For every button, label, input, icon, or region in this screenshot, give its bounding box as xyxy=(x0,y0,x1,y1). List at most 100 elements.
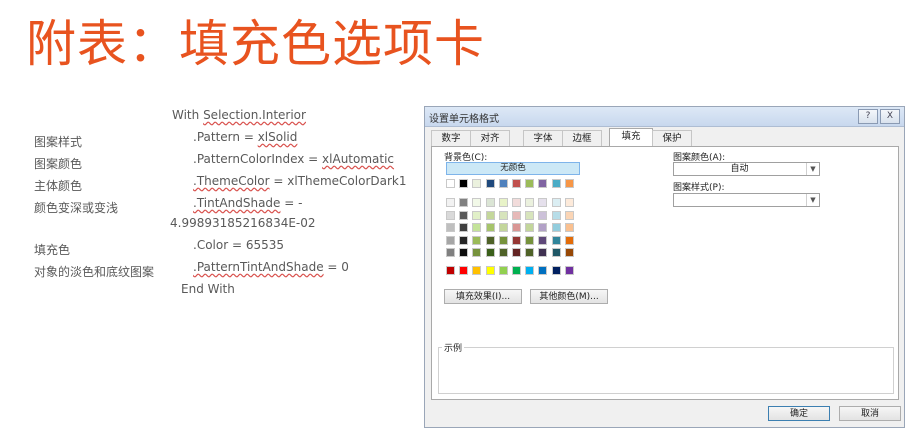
standard-swatch-0[interactable] xyxy=(446,266,455,275)
shade-2-swatch-5[interactable] xyxy=(512,223,521,232)
shade-3-swatch-5[interactable] xyxy=(512,235,521,245)
shade-0-swatch-2[interactable] xyxy=(472,198,482,207)
code-line-tint-value: 4.99893185216834E-02 xyxy=(170,216,316,230)
help-button[interactable]: ? xyxy=(858,109,878,124)
shade-2-swatch-0[interactable] xyxy=(446,223,455,232)
shade-4-swatch-1[interactable] xyxy=(459,248,469,257)
shade-4-swatch-8[interactable] xyxy=(551,248,561,257)
shade-0-swatch-5[interactable] xyxy=(512,198,521,207)
shade-3-swatch-9[interactable] xyxy=(564,235,574,245)
shade-0-swatch-7[interactable] xyxy=(538,198,548,207)
shade-3-swatch-4[interactable] xyxy=(498,235,508,245)
shade-3-swatch-2[interactable] xyxy=(472,235,482,245)
standard-swatch-3[interactable] xyxy=(485,266,495,275)
ok-button[interactable]: 确定 xyxy=(768,406,830,421)
code-line-theme-color: .ThemeColor = xlThemeColorDark1 xyxy=(193,174,407,188)
cancel-button[interactable]: 取消 xyxy=(839,406,901,421)
shade-0-swatch-9[interactable] xyxy=(564,198,574,207)
shade-2-swatch-8[interactable] xyxy=(551,223,561,232)
theme-swatch-2[interactable] xyxy=(472,179,482,188)
tab-number[interactable]: 数字 xyxy=(431,130,471,146)
standard-swatch-6[interactable] xyxy=(525,266,535,275)
shade-3-swatch-8[interactable] xyxy=(551,235,561,245)
shade-2-swatch-6[interactable] xyxy=(525,223,535,232)
tab-font[interactable]: 字体 xyxy=(523,130,563,146)
standard-swatch-4[interactable] xyxy=(498,266,508,275)
theme-swatch-4[interactable] xyxy=(498,179,508,188)
theme-swatch-7[interactable] xyxy=(538,179,548,188)
theme-swatch-6[interactable] xyxy=(525,179,535,188)
shade-1-swatch-2[interactable] xyxy=(472,210,482,220)
shade-2-swatch-4[interactable] xyxy=(498,223,508,232)
tab-alignment[interactable]: 对齐 xyxy=(470,130,510,146)
pattern-color-select[interactable]: 自动 ▼ xyxy=(673,162,820,176)
shade-1-swatch-3[interactable] xyxy=(485,210,495,220)
tab-border[interactable]: 边框 xyxy=(562,130,602,146)
shade-2-swatch-9[interactable] xyxy=(564,223,574,232)
shade-1-swatch-7[interactable] xyxy=(538,210,548,220)
theme-swatch-0[interactable] xyxy=(446,179,455,188)
shade-1-swatch-1[interactable] xyxy=(459,210,469,220)
standard-swatch-9[interactable] xyxy=(564,266,574,275)
tab-fill[interactable]: 填充 xyxy=(609,128,653,147)
standard-swatch-1[interactable] xyxy=(459,266,469,275)
shade-0-swatch-0[interactable] xyxy=(446,198,455,207)
shade-2-swatch-7[interactable] xyxy=(538,223,548,232)
shade-4-swatch-6[interactable] xyxy=(525,248,535,257)
shade-3-swatch-3[interactable] xyxy=(485,235,495,245)
standard-swatch-8[interactable] xyxy=(551,266,561,275)
shade-4-swatch-7[interactable] xyxy=(538,248,548,257)
shade-3-swatch-7[interactable] xyxy=(538,235,548,245)
shade-1-swatch-6[interactable] xyxy=(525,210,535,220)
label-tint-shade: 颜色变深或变浅 xyxy=(34,201,119,215)
standard-swatch-5[interactable] xyxy=(512,266,521,275)
shade-4-swatch-0[interactable] xyxy=(446,248,455,257)
shade-4-swatch-4[interactable] xyxy=(498,248,508,257)
pattern-style-select[interactable]: ▼ xyxy=(673,193,820,207)
shade-2-swatch-1[interactable] xyxy=(459,223,469,232)
shade-0-swatch-1[interactable] xyxy=(459,198,469,207)
shade-3-swatch-0[interactable] xyxy=(446,235,455,245)
no-color-button[interactable]: 无颜色 xyxy=(446,162,580,175)
standard-swatch-2[interactable] xyxy=(472,266,482,275)
format-cells-dialog: 设置单元格格式 ? X 数字 对齐 字体 边框 填充 保护 背景色(C): 无颜… xyxy=(424,106,905,428)
theme-swatch-3[interactable] xyxy=(485,179,495,188)
shade-3-swatch-6[interactable] xyxy=(525,235,535,245)
label-pattern-tint: 对象的淡色和底纹图案 xyxy=(34,265,155,279)
shade-2-swatch-3[interactable] xyxy=(485,223,495,232)
dialog-title: 设置单元格格式 xyxy=(429,114,499,125)
dialog-titlebar[interactable]: 设置单元格格式 ? X xyxy=(425,107,904,127)
close-button[interactable]: X xyxy=(880,109,900,124)
theme-swatch-1[interactable] xyxy=(459,179,469,188)
shade-1-swatch-9[interactable] xyxy=(564,210,574,220)
code-line-tint-and-shade: .TintAndShade = - xyxy=(193,196,303,210)
shade-1-swatch-5[interactable] xyxy=(512,210,521,220)
code-line-pattern-color-index: .PatternColorIndex = xlAutomatic xyxy=(193,152,395,166)
label-pattern-color: 图案颜色 xyxy=(34,157,83,171)
label-pattern-style: 图案样式 xyxy=(34,135,83,149)
standard-swatch-7[interactable] xyxy=(538,266,548,275)
code-line-pattern: .Pattern = xlSolid xyxy=(193,130,298,144)
shade-0-swatch-4[interactable] xyxy=(498,198,508,207)
label-fill-color: 填充色 xyxy=(34,243,71,257)
more-colors-button[interactable]: 其他颜色(M)... xyxy=(530,289,608,304)
shade-4-swatch-3[interactable] xyxy=(485,248,495,257)
code-line-color: .Color = 65535 xyxy=(193,238,285,252)
shade-2-swatch-2[interactable] xyxy=(472,223,482,232)
shade-4-swatch-9[interactable] xyxy=(564,248,574,257)
shade-1-swatch-4[interactable] xyxy=(498,210,508,220)
tab-protection[interactable]: 保护 xyxy=(652,130,692,146)
shade-1-swatch-8[interactable] xyxy=(551,210,561,220)
shade-0-swatch-8[interactable] xyxy=(551,198,561,207)
shade-1-swatch-0[interactable] xyxy=(446,210,455,220)
shade-0-swatch-3[interactable] xyxy=(485,198,495,207)
theme-swatch-8[interactable] xyxy=(551,179,561,188)
fill-effects-button[interactable]: 填充效果(I)... xyxy=(444,289,522,304)
shade-4-swatch-5[interactable] xyxy=(512,248,521,257)
theme-swatch-5[interactable] xyxy=(512,179,521,188)
shade-0-swatch-6[interactable] xyxy=(525,198,535,207)
shade-3-swatch-1[interactable] xyxy=(459,235,469,245)
shade-4-swatch-2[interactable] xyxy=(472,248,482,257)
theme-swatch-9[interactable] xyxy=(564,179,574,188)
code-line-end-with: End With xyxy=(181,282,235,296)
